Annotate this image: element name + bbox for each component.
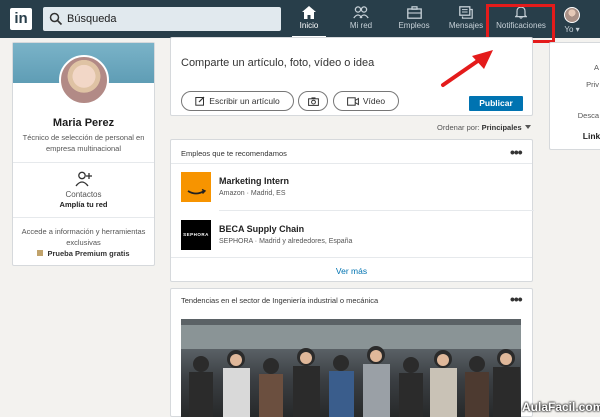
add-contact-icon[interactable] — [75, 171, 93, 187]
more-options-icon[interactable]: ••• — [510, 292, 523, 306]
search-placeholder: Búsqueda — [67, 13, 117, 25]
watermark: AulaFacil.com — [522, 400, 600, 414]
nav-label-home: Inicio — [299, 21, 319, 30]
video-button[interactable]: Vídeo — [333, 91, 399, 111]
premium-icon — [37, 250, 44, 256]
divider — [13, 162, 154, 163]
nav-item-me[interactable]: Yo ▾ — [560, 4, 584, 38]
profile-name[interactable]: Maria Perez — [13, 117, 154, 129]
amazon-logo[interactable] — [181, 172, 211, 202]
right-panel-card: A Priv Desca Linke — [549, 42, 600, 150]
sephora-logo[interactable]: SEPHORA — [181, 220, 211, 250]
linkedin-logo[interactable]: in — [10, 8, 32, 30]
profile-card: Maria Perez Técnico de selección de pers… — [12, 42, 155, 266]
nav-item-home[interactable]: Inicio — [292, 4, 326, 38]
job-title[interactable]: BECA Supply Chain — [219, 224, 304, 234]
job-subtitle: SEPHORA · Madrid y alrededores, España — [219, 238, 353, 245]
divider — [171, 257, 532, 258]
jobs-header: Empleos que te recomendamos — [181, 149, 287, 158]
premium-trial-link[interactable]: Prueba Premium gratis — [13, 249, 154, 258]
write-article-button[interactable]: Escribir un artículo — [181, 91, 294, 111]
trends-card: Tendencias en el sector de Ingeniería in… — [170, 288, 533, 417]
video-icon — [346, 96, 359, 106]
crowd-image — [181, 319, 521, 417]
right-panel-item[interactable]: Linke — [583, 131, 600, 141]
trend-photo[interactable] — [181, 319, 521, 417]
briefcase-icon — [406, 6, 422, 19]
nav-label-jobs: Empleos — [398, 21, 430, 30]
nav-item-messages[interactable]: Mensajes — [447, 4, 485, 38]
profile-photo[interactable] — [59, 55, 109, 105]
profile-title: Técnico de selección de personal en empr… — [22, 133, 145, 153]
right-panel-item[interactable]: A — [594, 63, 599, 72]
home-icon — [302, 6, 316, 19]
jobs-card: Empleos que te recomendamos ••• Marketin… — [170, 139, 534, 282]
grow-network-link[interactable]: Amplía tu red — [13, 200, 154, 209]
sort-dropdown[interactable]: Ordenar por: Principales — [437, 123, 531, 132]
search-input[interactable]: Búsqueda — [43, 7, 281, 31]
divider — [171, 163, 532, 164]
publish-button[interactable]: Publicar — [469, 96, 523, 111]
share-input[interactable]: Comparte un artículo, foto, vídeo o idea — [181, 57, 374, 69]
nav-item-jobs[interactable]: Empleos — [395, 4, 433, 38]
camera-icon — [307, 96, 319, 106]
contacts-label[interactable]: Contactos — [13, 190, 154, 199]
right-panel-item[interactable]: Priv — [586, 80, 599, 89]
edit-icon — [195, 96, 205, 106]
caret-down-icon — [524, 125, 531, 129]
pointer-arrow — [441, 50, 493, 87]
divider — [13, 217, 154, 218]
network-icon — [353, 6, 369, 19]
nav-label-me: Yo ▾ — [564, 25, 580, 34]
job-title[interactable]: Marketing Intern — [219, 176, 289, 186]
amazon-smile-icon — [187, 188, 207, 195]
nav-label-network: Mi red — [349, 21, 373, 30]
nav-item-network[interactable]: Mi red — [344, 4, 378, 38]
nav-label-messages: Mensajes — [448, 21, 484, 30]
messages-icon — [459, 6, 473, 19]
photo-button[interactable] — [298, 91, 328, 111]
trends-header: Tendencias en el sector de Ingeniería in… — [181, 296, 379, 305]
search-icon — [49, 12, 63, 26]
see-more-link[interactable]: Ver más — [171, 266, 532, 276]
premium-text: Accede a información y herramientas excl… — [21, 227, 146, 247]
more-options-icon[interactable]: ••• — [510, 145, 523, 159]
right-panel-item[interactable]: Desca — [578, 111, 599, 120]
divider — [219, 210, 534, 211]
avatar — [564, 7, 580, 23]
job-subtitle: Amazon · Madrid, ES — [219, 190, 286, 197]
